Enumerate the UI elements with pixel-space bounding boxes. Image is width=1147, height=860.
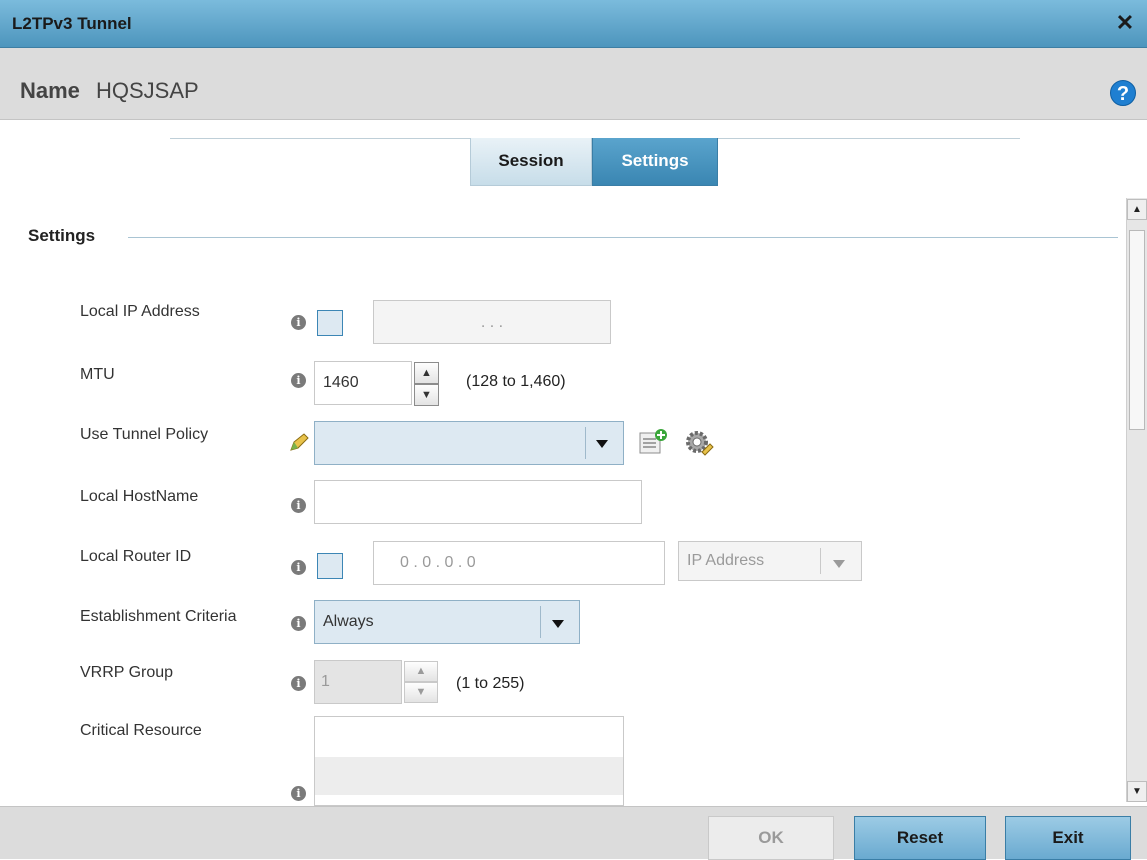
critical-resource-label: Critical Resource [80, 722, 202, 739]
help-icon[interactable]: ? [1110, 80, 1136, 106]
tab-settings[interactable]: Settings [592, 138, 718, 186]
vrrp-range-hint: (1 to 255) [456, 675, 525, 692]
info-icon: i [291, 560, 306, 575]
local-ip-input[interactable]: . . . [373, 300, 611, 344]
exit-button[interactable]: Exit [1005, 816, 1131, 860]
vrrp-group-input[interactable]: 1 [314, 660, 402, 704]
list-item[interactable] [315, 757, 623, 795]
tunnel-policy-label: Use Tunnel Policy [80, 426, 209, 443]
name-label: Name [20, 78, 80, 103]
info-icon: i [291, 373, 306, 388]
scroll-down-button[interactable]: ▼ [1127, 781, 1147, 802]
info-icon: i [291, 498, 306, 513]
name-value: HQSJSAP [96, 78, 199, 103]
info-icon: i [291, 315, 306, 330]
reset-button[interactable]: Reset [854, 816, 986, 860]
chevron-down-icon[interactable] [552, 620, 564, 628]
info-icon: i [291, 616, 306, 631]
mtu-input[interactable]: 1460 [314, 361, 412, 405]
select-divider [585, 427, 586, 459]
establishment-criteria-label: Establishment Criteria [80, 608, 237, 625]
select-divider [540, 606, 541, 638]
ok-button[interactable]: OK [708, 816, 834, 860]
mtu-label: MTU [80, 366, 115, 383]
mtu-increment-button[interactable]: ▲ [414, 362, 439, 384]
name-bar: Name HQSJSAP [0, 48, 1147, 120]
list-item[interactable] [315, 717, 623, 757]
local-hostname-label: Local HostName [80, 488, 199, 505]
local-router-id-input[interactable]: 0 . 0 . 0 . 0 [373, 541, 665, 585]
vrrp-group-label: VRRP Group [80, 664, 174, 681]
local-ip-checkbox[interactable] [317, 310, 343, 336]
add-policy-icon[interactable] [638, 428, 670, 456]
scroll-up-button[interactable]: ▲ [1127, 199, 1147, 220]
scrollbar-thumb[interactable] [1129, 230, 1145, 430]
pencil-icon[interactable] [288, 432, 310, 454]
close-icon[interactable]: ✕ [1112, 10, 1138, 36]
local-hostname-input[interactable] [314, 480, 642, 524]
chevron-down-icon[interactable] [596, 440, 608, 448]
local-ip-label: Local IP Address [80, 303, 200, 320]
select-divider [820, 548, 821, 574]
section-title: Settings [28, 226, 96, 245]
gear-icon[interactable] [682, 426, 714, 458]
local-router-id-label: Local Router ID [80, 548, 192, 565]
tunnel-policy-select[interactable] [314, 421, 624, 465]
local-router-id-checkbox[interactable] [317, 553, 343, 579]
critical-resource-list[interactable] [314, 716, 624, 806]
window-title: L2TPv3 Tunnel [12, 14, 132, 33]
tab-session[interactable]: Session [470, 138, 592, 186]
title-bar: L2TPv3 Tunnel ✕ [0, 0, 1147, 48]
vrrp-decrement-button[interactable]: ▼ [404, 682, 438, 703]
chevron-down-icon[interactable] [833, 560, 845, 568]
mtu-decrement-button[interactable]: ▼ [414, 384, 439, 406]
section-divider [128, 237, 1118, 238]
mtu-range-hint: (128 to 1,460) [466, 373, 566, 390]
info-icon: i [291, 676, 306, 691]
info-icon: i [291, 786, 306, 801]
vrrp-increment-button[interactable]: ▲ [404, 661, 438, 682]
